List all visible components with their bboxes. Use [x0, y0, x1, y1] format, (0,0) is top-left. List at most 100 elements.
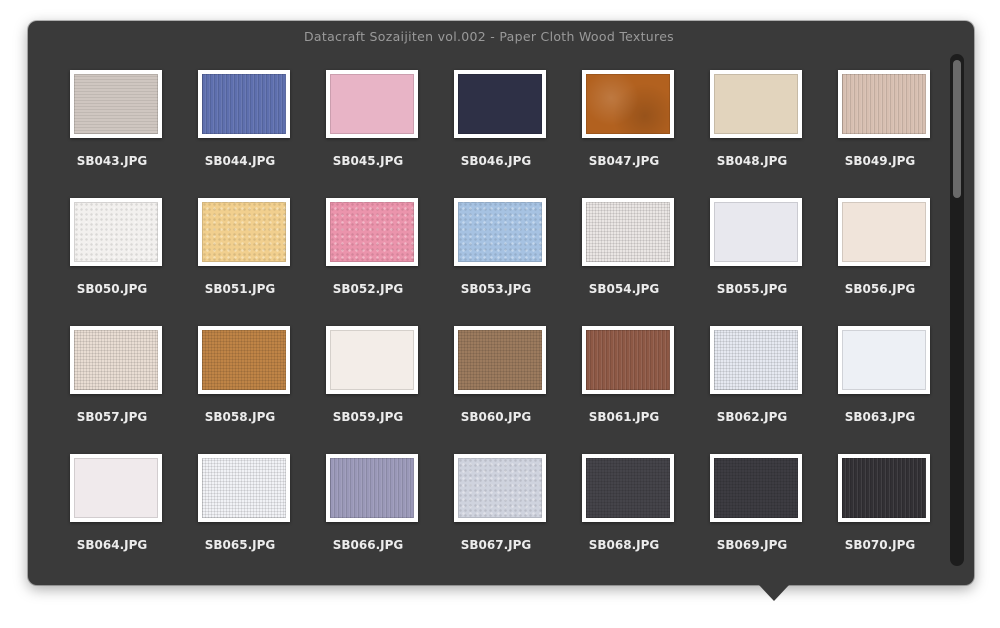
thumbnail-image[interactable]	[454, 326, 546, 394]
thumbnail-item[interactable]: SB063.JPG	[810, 325, 930, 443]
thumbnail-image[interactable]	[70, 454, 162, 522]
thumbnail-filename: SB066.JPG	[332, 538, 404, 552]
thumbnail-image[interactable]	[70, 70, 162, 138]
thumbnail-item[interactable]: SB058.JPG	[170, 325, 290, 443]
thumbnail-grid: SB043.JPG SB044.JPG SB045.JPG SB046.JPG SB04…	[42, 69, 958, 579]
texture-swatch	[330, 330, 414, 390]
texture-swatch	[202, 330, 286, 390]
thumbnail-image[interactable]	[454, 454, 546, 522]
thumbnail-item[interactable]: SB057.JPG	[42, 325, 162, 443]
thumbnail-item[interactable]: SB070.JPG	[810, 453, 930, 571]
thumbnail-item[interactable]: SB044.JPG	[170, 69, 290, 187]
thumbnail-image[interactable]	[198, 326, 290, 394]
thumbnail-item[interactable]: SB059.JPG	[298, 325, 418, 443]
thumbnail-item[interactable]: SB043.JPG	[42, 69, 162, 187]
thumbnail-filename: SB044.JPG	[204, 154, 276, 168]
thumbnail-item[interactable]: SB068.JPG	[554, 453, 674, 571]
thumbnail-filename: SB067.JPG	[460, 538, 532, 552]
vertical-scrollbar[interactable]	[950, 54, 964, 566]
thumbnail-item[interactable]: SB056.JPG	[810, 197, 930, 315]
texture-swatch	[202, 202, 286, 262]
thumbnail-image[interactable]	[710, 326, 802, 394]
thumbnail-image[interactable]	[582, 326, 674, 394]
thumbnail-item[interactable]: SB060.JPG	[426, 325, 546, 443]
thumbnail-image[interactable]	[198, 198, 290, 266]
thumbnail-image[interactable]	[838, 198, 930, 266]
thumbnail-image[interactable]	[326, 70, 418, 138]
texture-swatch	[202, 74, 286, 134]
thumbnail-image[interactable]	[454, 198, 546, 266]
thumbnail-image[interactable]	[326, 454, 418, 522]
thumbnail-item[interactable]: SB052.JPG	[298, 197, 418, 315]
texture-swatch	[458, 74, 542, 134]
texture-swatch	[330, 458, 414, 518]
thumbnail-filename: SB053.JPG	[460, 282, 532, 296]
thumbnail-item[interactable]: SB047.JPG	[554, 69, 674, 187]
thumbnail-image[interactable]	[70, 326, 162, 394]
thumbnail-item[interactable]: SB045.JPG	[298, 69, 418, 187]
thumbnail-item[interactable]: SB055.JPG	[682, 197, 802, 315]
thumbnail-item[interactable]: SB067.JPG	[426, 453, 546, 571]
thumbnail-filename: SB068.JPG	[588, 538, 660, 552]
thumbnail-filename: SB055.JPG	[716, 282, 788, 296]
scrollbar-thumb[interactable]	[953, 60, 961, 198]
thumbnail-image[interactable]	[454, 70, 546, 138]
thumbnail-image[interactable]	[326, 198, 418, 266]
thumbnail-filename: SB043.JPG	[76, 154, 148, 168]
thumbnail-item[interactable]: SB064.JPG	[42, 453, 162, 571]
texture-swatch	[458, 202, 542, 262]
texture-swatch	[330, 202, 414, 262]
thumbnail-image[interactable]	[710, 454, 802, 522]
thumbnail-item[interactable]: SB069.JPG	[682, 453, 802, 571]
thumbnail-item[interactable]: SB065.JPG	[170, 453, 290, 571]
thumbnail-item[interactable]: SB049.JPG	[810, 69, 930, 187]
thumbnail-item[interactable]: SB050.JPG	[42, 197, 162, 315]
thumbnail-image[interactable]	[838, 70, 930, 138]
texture-swatch	[586, 202, 670, 262]
texture-swatch	[714, 458, 798, 518]
thumbnail-filename: SB049.JPG	[844, 154, 916, 168]
thumbnail-image[interactable]	[582, 198, 674, 266]
thumbnail-filename: SB061.JPG	[588, 410, 660, 424]
thumbnail-image[interactable]	[198, 454, 290, 522]
thumbnail-filename: SB048.JPG	[716, 154, 788, 168]
texture-swatch	[458, 330, 542, 390]
thumbnail-image[interactable]	[582, 454, 674, 522]
texture-swatch	[842, 330, 926, 390]
thumbnail-image[interactable]	[582, 70, 674, 138]
thumbnail-filename: SB062.JPG	[716, 410, 788, 424]
window-title: Datacraft Sozaijiten vol.002 - Paper Clo…	[303, 29, 674, 44]
texture-swatch	[74, 202, 158, 262]
texture-swatch	[202, 458, 286, 518]
thumbnail-filename: SB057.JPG	[76, 410, 148, 424]
thumbnail-item[interactable]: SB053.JPG	[426, 197, 546, 315]
thumbnail-item[interactable]: SB062.JPG	[682, 325, 802, 443]
thumbnail-item[interactable]: SB051.JPG	[170, 197, 290, 315]
thumbnail-image[interactable]	[326, 326, 418, 394]
thumbnail-filename: SB046.JPG	[460, 154, 532, 168]
thumbnail-image[interactable]	[838, 326, 930, 394]
thumbnail-image[interactable]	[710, 70, 802, 138]
thumbnail-filename: SB064.JPG	[76, 538, 148, 552]
thumbnail-filename: SB051.JPG	[204, 282, 276, 296]
texture-swatch	[74, 330, 158, 390]
texture-browser-popover: Datacraft Sozaijiten vol.002 - Paper Clo…	[28, 21, 974, 585]
thumbnail-filename: SB054.JPG	[588, 282, 660, 296]
texture-swatch	[586, 330, 670, 390]
thumbnail-item[interactable]: SB061.JPG	[554, 325, 674, 443]
thumbnail-image[interactable]	[198, 70, 290, 138]
texture-swatch	[842, 202, 926, 262]
popover-arrow	[759, 585, 789, 601]
thumbnail-image[interactable]	[710, 198, 802, 266]
thumbnail-item[interactable]: SB046.JPG	[426, 69, 546, 187]
thumbnail-image[interactable]	[70, 198, 162, 266]
thumbnail-filename: SB045.JPG	[332, 154, 404, 168]
thumbnail-item[interactable]: SB066.JPG	[298, 453, 418, 571]
thumbnail-filename: SB056.JPG	[844, 282, 916, 296]
thumbnail-filename: SB070.JPG	[844, 538, 916, 552]
texture-swatch	[458, 458, 542, 518]
thumbnail-item[interactable]: SB054.JPG	[554, 197, 674, 315]
thumbnail-item[interactable]: SB048.JPG	[682, 69, 802, 187]
thumbnail-image[interactable]	[838, 454, 930, 522]
thumbnail-filename: SB050.JPG	[76, 282, 148, 296]
